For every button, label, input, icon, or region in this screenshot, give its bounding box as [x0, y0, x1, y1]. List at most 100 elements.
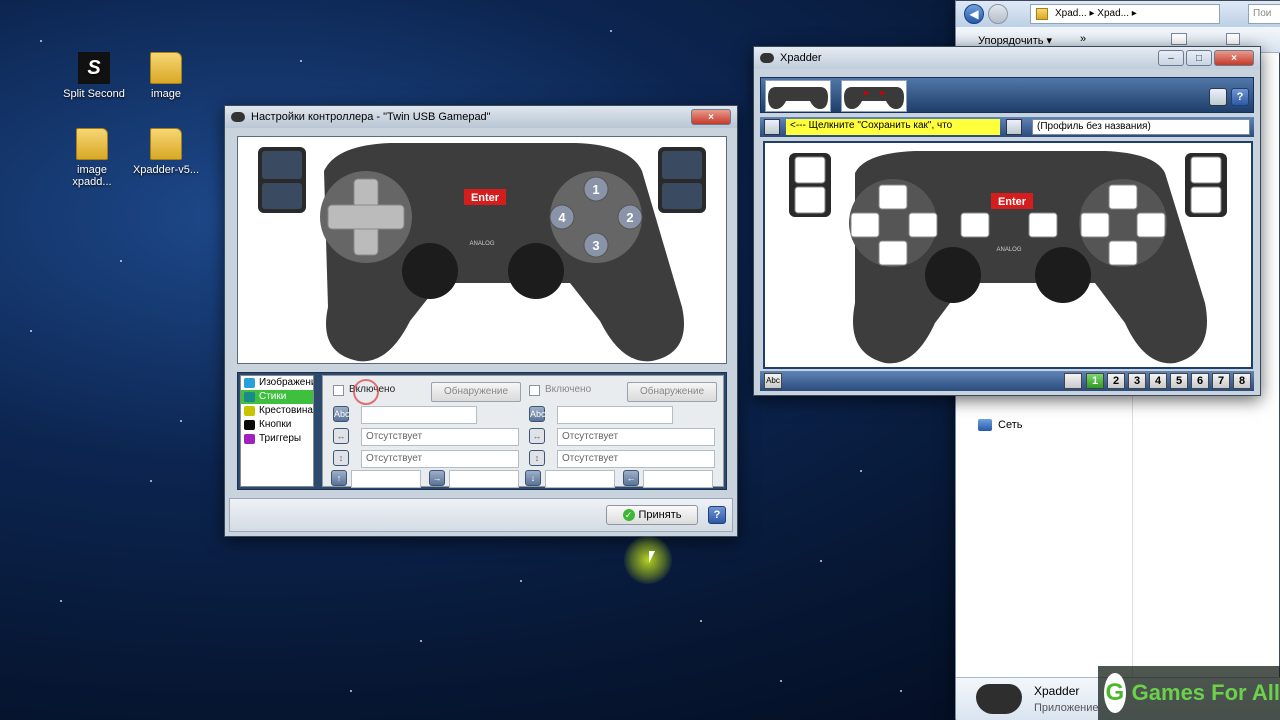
watermark-text: Games For All	[1131, 680, 1280, 705]
desktop-icon-label: image	[151, 88, 181, 100]
xpadder-titlebar[interactable]: Xpadder – □ ×	[754, 47, 1260, 69]
controller-image: Enter ANALOG	[789, 151, 1227, 364]
details-subtitle: Приложение	[1034, 702, 1099, 714]
right-stick-down-field[interactable]	[545, 470, 615, 488]
right-stick-enabled-label: Включено	[545, 384, 592, 395]
check-icon: ✓	[622, 509, 635, 521]
breadcrumb-1[interactable]: Xpad...	[1055, 8, 1087, 19]
category-list: Изображение Стики Крестовина Кнопки Триг…	[240, 375, 314, 487]
right-stick-left-field[interactable]	[643, 470, 713, 488]
right-stick-detect-button[interactable]: Обнаружение	[627, 382, 717, 402]
maximize-button[interactable]: □	[1186, 50, 1212, 66]
folder-icon	[76, 128, 108, 160]
set-button-2[interactable]: 2	[1107, 373, 1125, 389]
profile-name-field[interactable]: (Профиль без названия)	[1032, 119, 1250, 135]
buttons-icon	[244, 420, 255, 430]
address-field[interactable]: Xpad... ▸ Xpad... ▸	[1030, 4, 1220, 24]
analog-label: ANALOG	[469, 241, 494, 247]
right-stick-vertical-select[interactable]: Отсутствует	[557, 450, 715, 468]
left-stick-horizontal-select[interactable]: Отсутствует	[361, 428, 519, 446]
nav-item-network[interactable]: Сеть	[978, 419, 1022, 431]
right-stick-name-field[interactable]	[557, 406, 673, 424]
right-stick-enabled-checkbox[interactable]	[529, 385, 540, 396]
xpadder-controller-layout: Enter ANALOG Abc	[763, 141, 1253, 369]
window-title: Xpadder	[780, 52, 822, 64]
left-stick-right-field[interactable]	[449, 470, 519, 488]
controller-toolbar: ?	[760, 77, 1254, 113]
category-triggers[interactable]: Триггеры	[241, 432, 313, 446]
explorer-address-bar: ◀ Xpad... ▸ Xpad... ▸ Пои	[956, 1, 1280, 27]
analog-label: ANALOG	[996, 247, 1021, 253]
desktop-icon-image[interactable]: image	[130, 52, 202, 100]
left-stick-up-field[interactable]	[351, 470, 421, 488]
category-dpad[interactable]: Крестовина	[241, 404, 313, 418]
sticks-icon	[244, 392, 255, 402]
xpadder-window: Xpadder – □ × ? <--- Щелкните "Сохранить…	[753, 46, 1261, 396]
close-button[interactable]: ×	[1214, 50, 1254, 66]
left-stick-detect-button[interactable]: Обнаружение	[431, 382, 521, 402]
close-button[interactable]: ×	[691, 109, 731, 125]
left-stick-vertical-icon: ↕	[333, 450, 349, 466]
left-stick-enabled-checkbox[interactable]	[333, 385, 344, 396]
controller-slot-2[interactable]	[841, 80, 907, 112]
category-image[interactable]: Изображение	[241, 376, 313, 390]
set-selector-bar: Abc 1 2 3 4 5 6 7 8	[760, 371, 1254, 391]
search-field[interactable]: Пои	[1248, 4, 1280, 24]
set-button-4[interactable]: 4	[1149, 373, 1167, 389]
left-stick-up-icon[interactable]: ↑	[331, 470, 347, 486]
keyboard-icon[interactable]: Abc	[764, 373, 782, 389]
forward-button[interactable]	[988, 4, 1008, 24]
apply-button[interactable]: ✓ Принять	[606, 505, 698, 525]
breadcrumb-2[interactable]: Xpad...	[1097, 8, 1129, 19]
right-stick-horizontal-icon: ↔	[529, 428, 545, 444]
desktop-icon-label: image xpadd...	[72, 164, 112, 188]
left-stick-abc-icon[interactable]: Abc	[333, 406, 350, 422]
set-button-6[interactable]: 6	[1191, 373, 1209, 389]
desktop-icon-split-second[interactable]: S Split Second	[58, 52, 130, 100]
settings-wrench-icon[interactable]	[1209, 88, 1227, 106]
set-button-8[interactable]: 8	[1233, 373, 1251, 389]
right-stick-left-icon[interactable]: ←	[623, 470, 639, 486]
right-stick-abc-icon[interactable]: Abc	[529, 406, 546, 422]
desktop-icon-xpadder-v5[interactable]: Xpadder-v5...	[130, 128, 202, 176]
preview-pane-icon[interactable]	[1226, 33, 1240, 45]
controller-slot-1[interactable]	[765, 80, 831, 112]
cursor-highlight	[624, 536, 672, 584]
category-buttons[interactable]: Кнопки	[241, 418, 313, 432]
more-commands-icon[interactable]: »	[1080, 33, 1086, 45]
enter-label: Enter	[471, 192, 500, 204]
set-grid-icon[interactable]	[1064, 373, 1082, 389]
right-stick-down-icon[interactable]: ↓	[525, 470, 541, 486]
watermark: G Games For All	[1098, 666, 1280, 720]
save-profile-icon[interactable]	[1006, 119, 1022, 135]
gamepad-icon	[976, 684, 1022, 714]
image-icon	[244, 378, 255, 388]
left-stick-name-field[interactable]	[361, 406, 477, 424]
set-button-1[interactable]: 1	[1086, 373, 1104, 389]
help-button[interactable]: ?	[1231, 88, 1249, 106]
enter-label: Enter	[998, 196, 1027, 208]
watermark-logo-icon: G	[1104, 673, 1126, 713]
settings-titlebar[interactable]: Настройки контроллера - "Twin USB Gamepa…	[225, 106, 737, 128]
folder-icon	[150, 52, 182, 84]
profile-menu-icon[interactable]	[764, 119, 780, 135]
back-button[interactable]: ◀	[964, 4, 984, 24]
dpad-icon	[244, 406, 255, 416]
settings-panel: Изображение Стики Крестовина Кнопки Триг…	[237, 372, 727, 490]
controller-image: Enter ANALOG 1 2 3 4	[258, 143, 706, 362]
folder-icon	[1036, 8, 1048, 20]
settings-footer: ✓ Принять ?	[229, 498, 733, 532]
set-button-3[interactable]: 3	[1128, 373, 1146, 389]
left-stick-vertical-select[interactable]: Отсутствует	[361, 450, 519, 468]
left-stick-horizontal-icon: ↔	[333, 428, 349, 444]
left-stick-right-icon[interactable]: →	[429, 470, 445, 486]
desktop-icon-label: Xpadder-v5...	[132, 164, 200, 176]
set-button-5[interactable]: 5	[1170, 373, 1188, 389]
category-sticks[interactable]: Стики	[241, 390, 313, 404]
right-stick-horizontal-select[interactable]: Отсутствует	[557, 428, 715, 446]
minimize-button[interactable]: –	[1158, 50, 1184, 66]
desktop-icon-image-xpadder[interactable]: image xpadd...	[56, 128, 128, 188]
help-button[interactable]: ?	[708, 506, 726, 524]
set-button-7[interactable]: 7	[1212, 373, 1230, 389]
view-options-icon[interactable]	[1171, 33, 1187, 45]
